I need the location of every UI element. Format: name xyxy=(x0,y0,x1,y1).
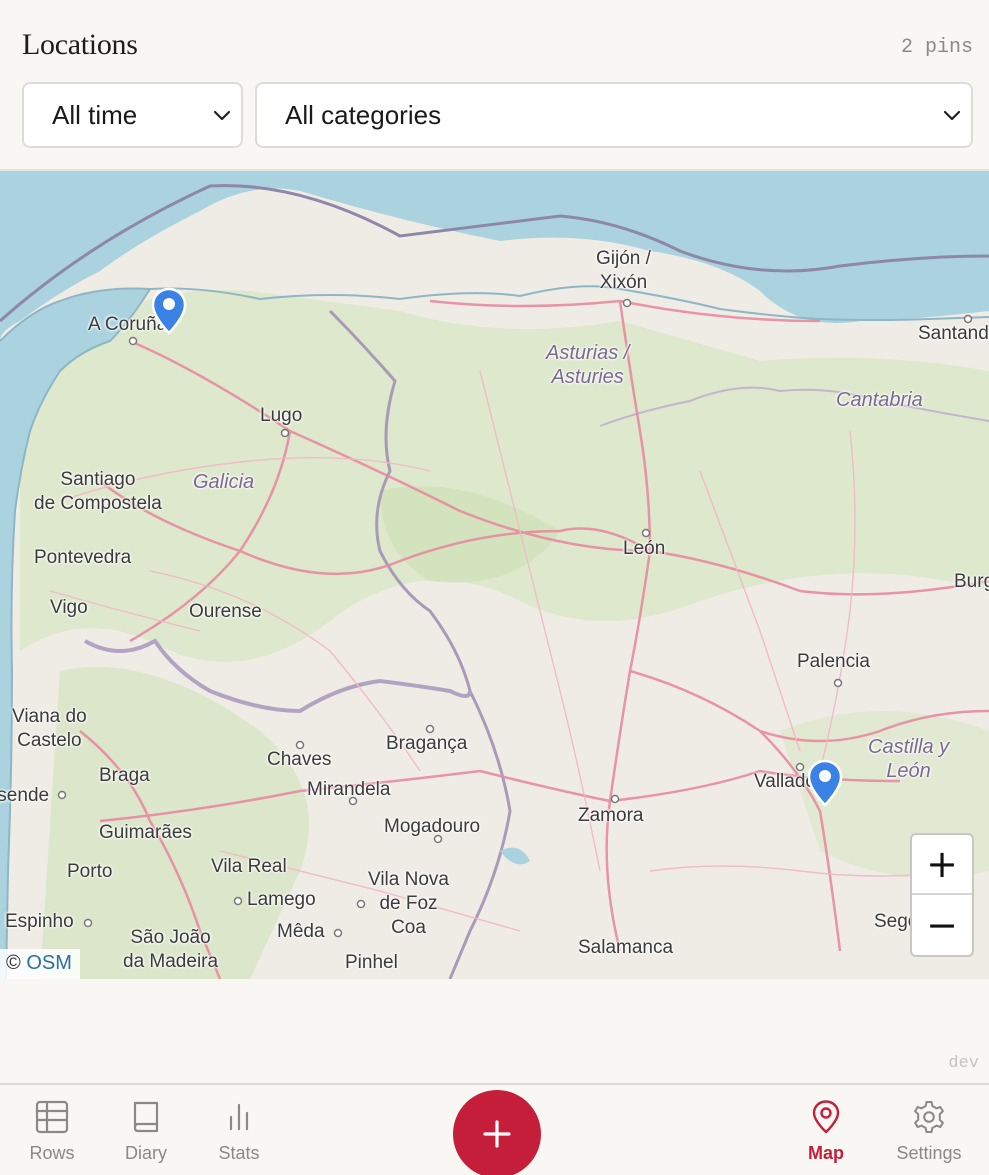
osm-link[interactable]: OSM xyxy=(26,952,72,974)
build-tag: dev xyxy=(948,1054,979,1073)
bar-chart-icon xyxy=(229,1103,249,1131)
place-label: Salamanca xyxy=(578,937,674,958)
place-label: Bragança xyxy=(386,733,468,754)
zoom-control: + − xyxy=(910,833,974,957)
attribution-prefix: © xyxy=(6,952,21,974)
place-label: Ourense xyxy=(189,601,262,622)
place-label: Vila Real xyxy=(211,856,287,877)
place-label: São João da Madeira xyxy=(123,927,219,972)
region-label: Galicia xyxy=(193,471,255,493)
map-pin-marker[interactable] xyxy=(151,287,187,335)
place-label: Viana do Castelo xyxy=(12,706,87,751)
nav-label: Settings xyxy=(896,1143,962,1163)
place-label: Zamora xyxy=(578,805,644,826)
map-pin-icon xyxy=(812,1100,840,1134)
place-label: Esposende xyxy=(0,785,50,806)
plus-icon xyxy=(483,1120,511,1148)
place-label: Vila Nova de Foz Coa xyxy=(368,869,449,938)
region-label: Castilla y León xyxy=(868,736,950,782)
place-label: Burgos xyxy=(954,571,989,592)
map-attribution: © OSM xyxy=(0,949,80,979)
place-label: Pinhel xyxy=(345,952,398,973)
chevron-down-icon xyxy=(943,110,961,121)
nav-item-settings[interactable]: Settings xyxy=(889,1099,969,1164)
place-label: Guimarães xyxy=(99,822,192,843)
header: Locations 2 pins All time All categories xyxy=(0,0,989,171)
place-label: Palencia xyxy=(797,651,870,672)
chevron-down-icon xyxy=(213,110,231,121)
category-filter-value: All categories xyxy=(285,99,442,130)
place-label: Porto xyxy=(67,861,113,882)
place-label: Lamego xyxy=(247,889,316,910)
zoom-out-button[interactable]: − xyxy=(912,895,972,955)
add-entry-button[interactable] xyxy=(453,1090,541,1175)
pin-count: 2 pins xyxy=(900,36,973,59)
nav-label: Stats xyxy=(218,1143,260,1163)
place-label: León xyxy=(623,538,666,559)
map-tiles xyxy=(0,171,989,979)
page-title: Locations xyxy=(22,28,138,61)
nav-item-stats[interactable]: Stats xyxy=(199,1099,279,1164)
region-label: Cantabria xyxy=(836,389,923,411)
time-filter-select[interactable]: All time xyxy=(22,82,243,148)
place-label: Santiago de Compostela xyxy=(34,469,162,514)
map-pin-marker[interactable] xyxy=(807,759,843,807)
place-label: Pontevedra xyxy=(34,547,132,568)
book-icon xyxy=(133,1101,159,1133)
nav-item-rows[interactable]: Rows xyxy=(12,1099,92,1164)
place-label: Mogadouro xyxy=(384,816,481,837)
place-label: Gijón / Xixón xyxy=(596,248,651,293)
region-label: Asturias / Asturies xyxy=(546,342,630,388)
nav-item-diary[interactable]: Diary xyxy=(106,1099,186,1164)
nav-label: Map xyxy=(808,1143,844,1163)
nav-label: Rows xyxy=(29,1143,75,1163)
map-view[interactable]: Gijón /Xixón A Coruña Santander Asturias… xyxy=(0,171,989,979)
place-label: Santander xyxy=(918,323,989,344)
place-label: Espinho xyxy=(5,911,74,932)
nav-label: Diary xyxy=(124,1143,167,1163)
place-label: Braga xyxy=(99,765,150,786)
gear-icon xyxy=(914,1101,944,1133)
time-filter-value: All time xyxy=(52,99,138,130)
nav-item-map[interactable]: Map xyxy=(786,1099,866,1164)
place-label: Chaves xyxy=(267,749,332,770)
place-label: Vigo xyxy=(50,597,88,618)
zoom-in-button[interactable]: + xyxy=(912,835,972,895)
place-label: Lugo xyxy=(260,405,303,426)
place-label: Mirandela xyxy=(307,779,391,800)
place-label: Mêda xyxy=(277,921,325,942)
table-icon xyxy=(35,1100,69,1134)
category-filter-select[interactable]: All categories xyxy=(255,82,973,148)
